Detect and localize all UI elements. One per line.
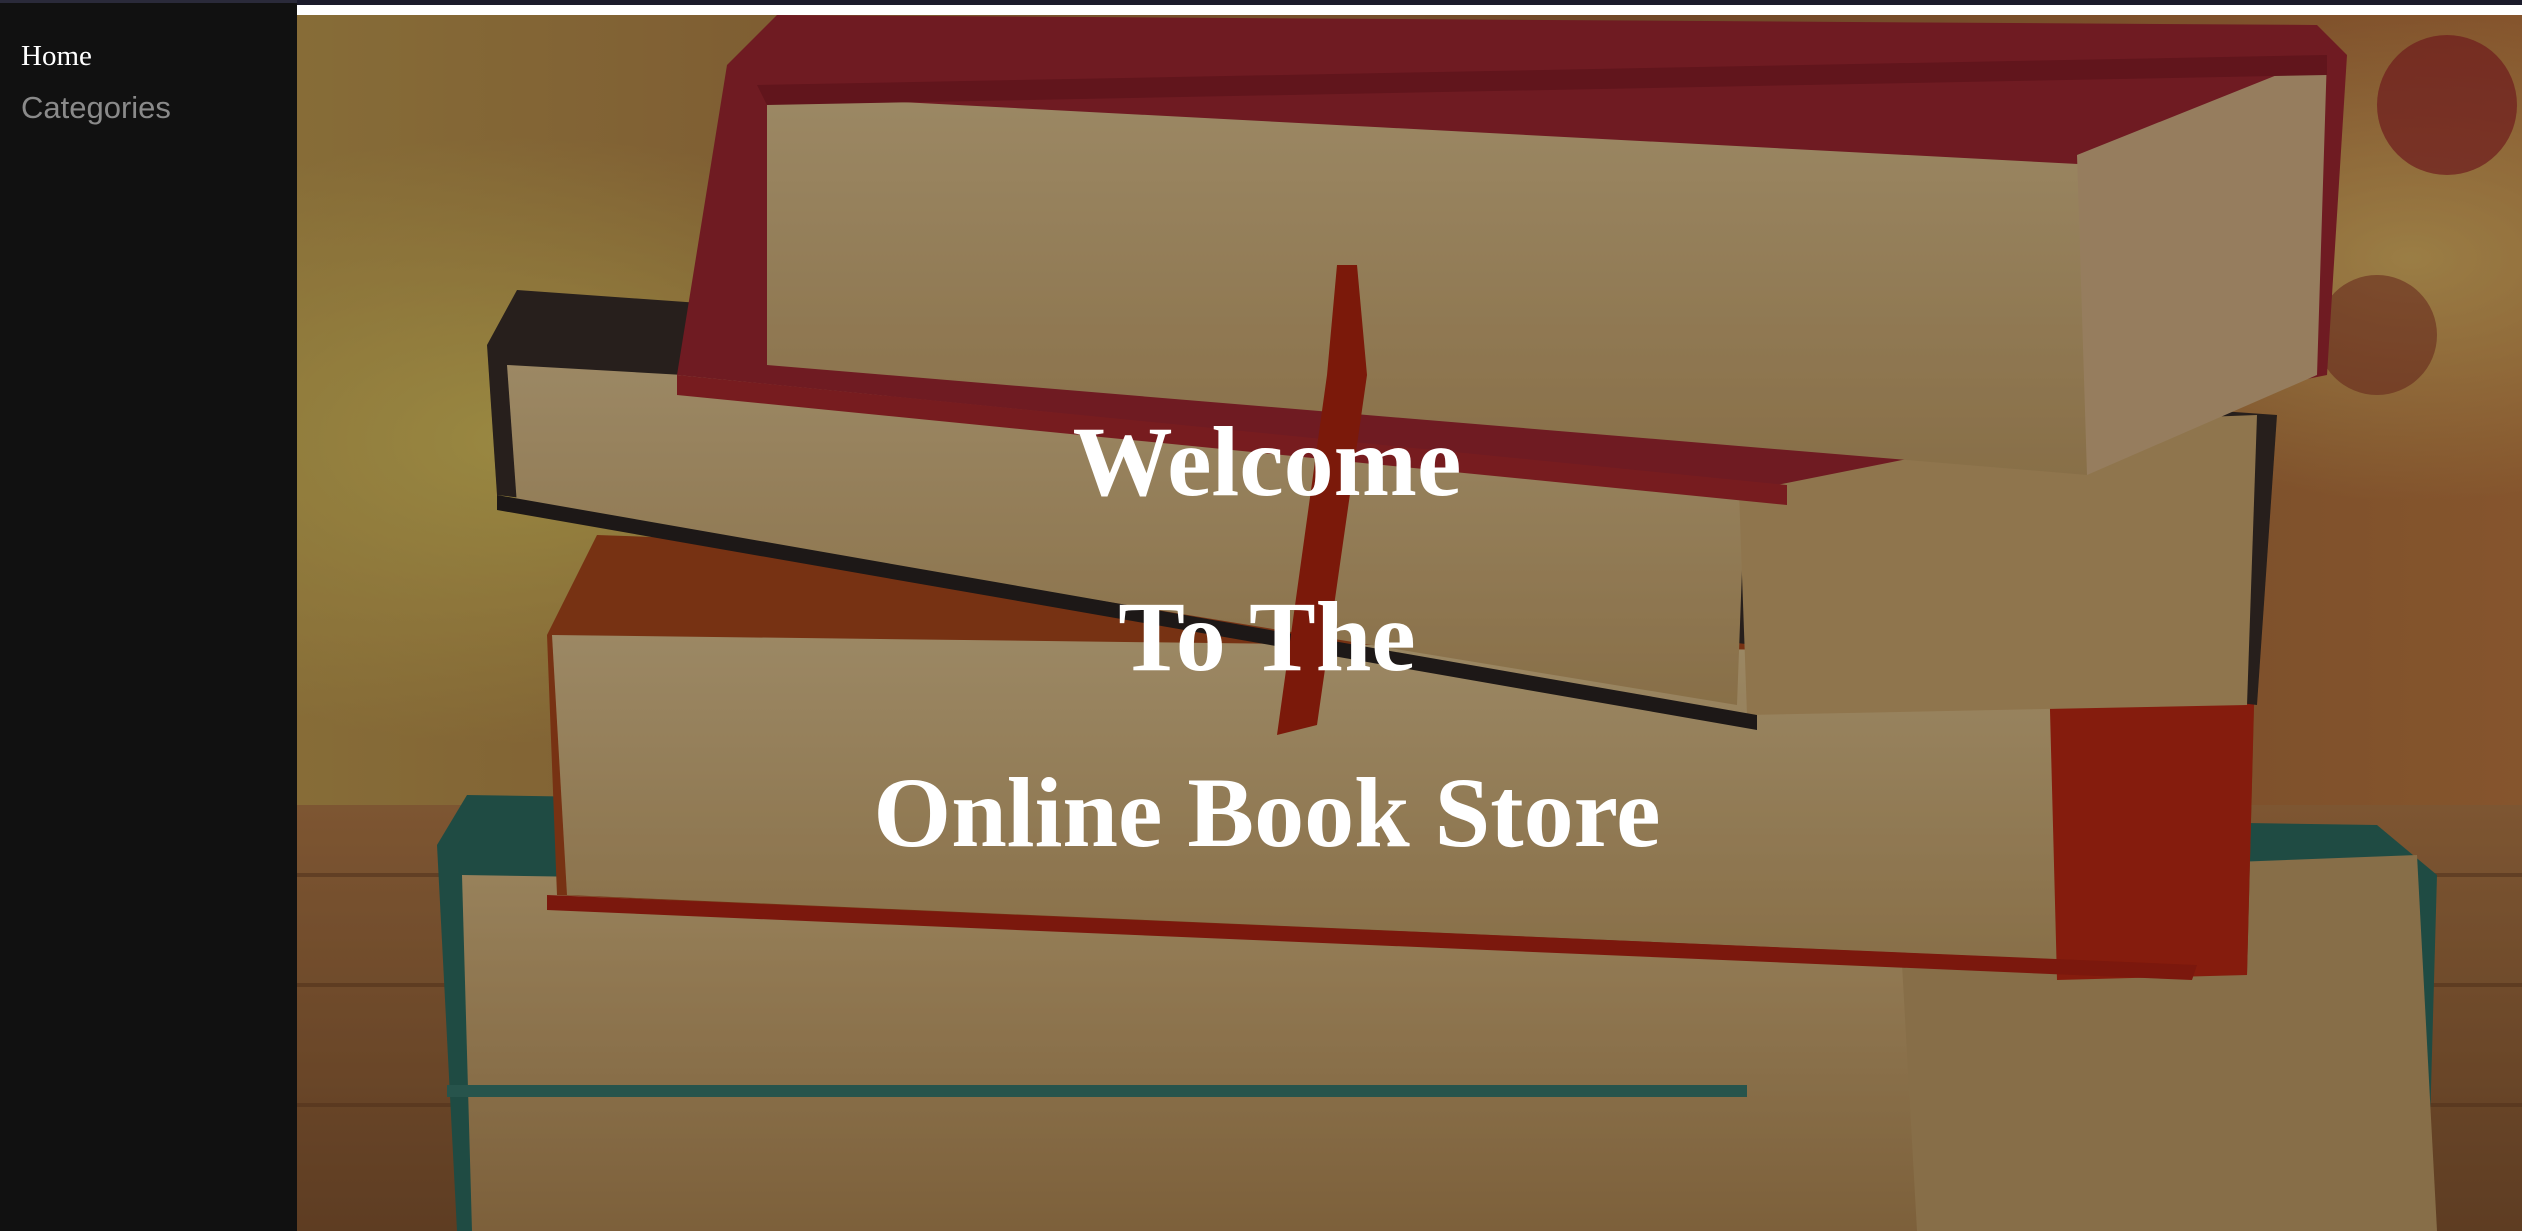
hero-title-line-2: To The [1118,581,1416,692]
hero-top-border [297,0,2522,5]
hero-banner: Welcome To The Online Book Store [297,15,2522,1231]
hero-heading: Welcome To The Online Book Store [297,15,2522,1231]
page: Home Categories Welcome To The Online Bo… [0,0,2522,1231]
hero-title-line-3: Online Book Store [873,757,1661,868]
sidebar-item-categories[interactable]: Categories [21,90,171,126]
sidebar: Home Categories [0,0,297,1231]
sidebar-top-border [0,0,297,3]
sidebar-item-home[interactable]: Home [21,40,92,73]
hero-title-line-1: Welcome [1072,406,1462,517]
